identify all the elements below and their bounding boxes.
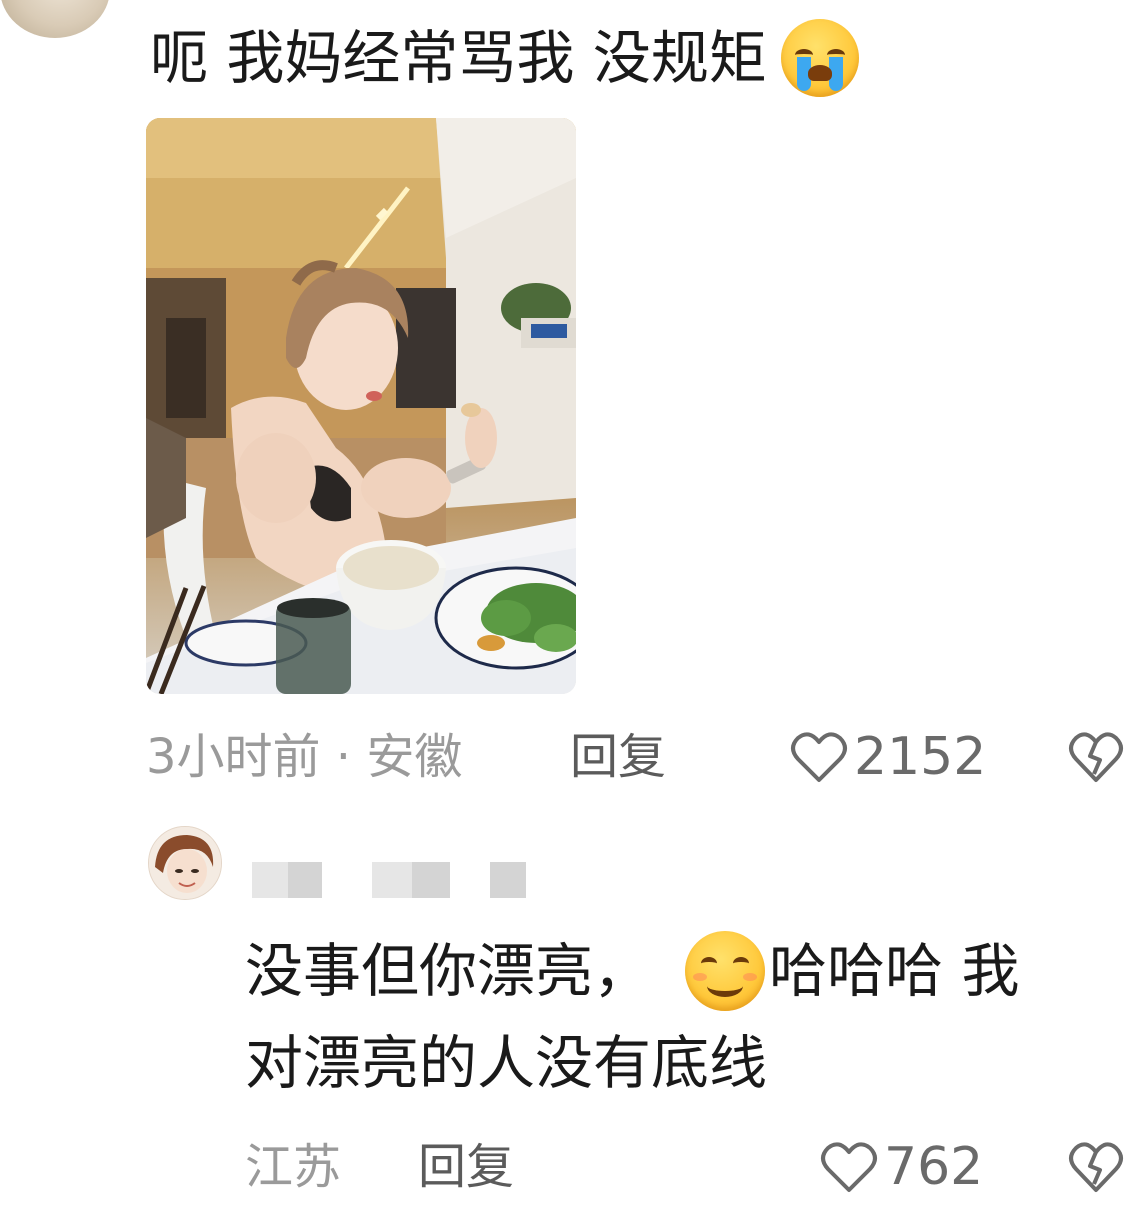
comment-body-part: 哈哈哈 我 (769, 937, 1020, 1005)
comment-text: 呃 我妈经常骂我 没规矩 (150, 18, 859, 98)
comment-text: 没事但你漂亮， 哈哈哈 我 对漂亮的人没有底线 (245, 925, 1105, 1109)
like-count: 2152 (854, 727, 987, 787)
broken-heart-icon (1069, 1142, 1123, 1192)
comment-body: 呃 我妈经常骂我 没规矩 (150, 24, 767, 92)
reply-button[interactable]: 回复 (418, 1132, 514, 1202)
loudly-crying-face-icon (780, 19, 859, 97)
comment-body-part: 对漂亮的人没有底线 (245, 1029, 768, 1097)
comment-body-part: 没事但你漂亮， (245, 937, 652, 1005)
broken-heart-icon (1069, 732, 1123, 782)
username-redacted (252, 860, 526, 900)
dislike-button[interactable] (1068, 722, 1124, 792)
avatar[interactable] (0, 0, 110, 38)
like-button[interactable]: 2152 (790, 722, 986, 792)
like-button[interactable]: 762 (820, 1132, 983, 1202)
comment-meta: 3小时前 · 安徽 (146, 729, 463, 785)
comment-meta: 江苏 (245, 1139, 342, 1195)
avatar-image (149, 827, 221, 899)
reply-button[interactable]: 回复 (570, 722, 666, 792)
heart-icon (821, 1142, 877, 1192)
like-count: 762 (884, 1137, 984, 1197)
comment-photo[interactable] (146, 118, 576, 694)
avatar[interactable] (148, 826, 222, 900)
dislike-button[interactable] (1068, 1132, 1124, 1202)
smiling-face-icon (685, 931, 766, 1011)
photo-image (146, 118, 576, 694)
heart-icon (791, 732, 847, 782)
